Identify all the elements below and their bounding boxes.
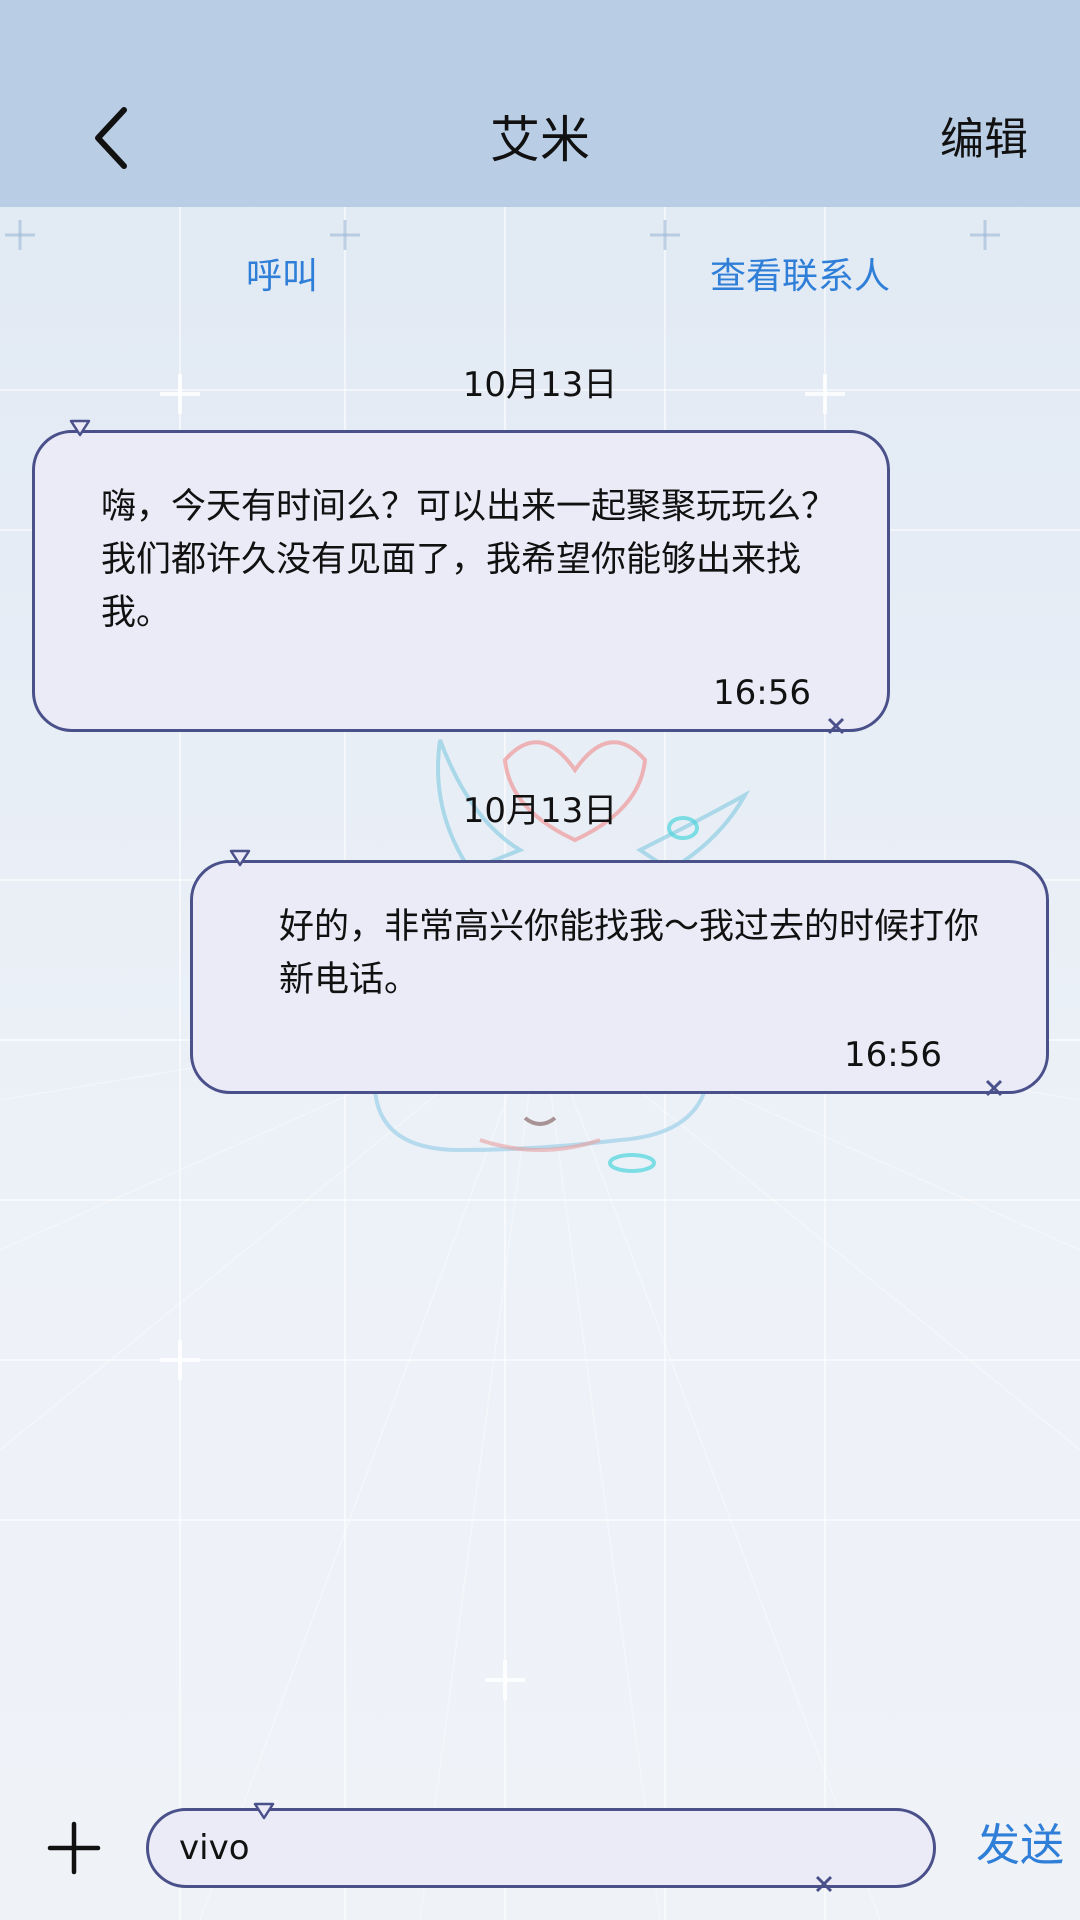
- message-time: 16:56: [844, 1035, 942, 1075]
- message-input[interactable]: [179, 1811, 899, 1885]
- triangle-icon: [69, 419, 91, 437]
- message-bubble-incoming[interactable]: 嗨，今天有时间么？可以出来一起聚聚玩玩么？我们都许久没有见面了，我希望你能够出来…: [32, 419, 890, 735]
- message-text: 嗨，今天有时间么？可以出来一起聚聚玩玩么？我们都许久没有见面了，我希望你能够出来…: [101, 487, 837, 633]
- page-title: 艾米: [490, 111, 590, 169]
- send-button[interactable]: 发送: [976, 1818, 1064, 1874]
- date-separator: 10月13日: [462, 791, 618, 831]
- x-mark-icon: [985, 1079, 1003, 1097]
- plus-icon[interactable]: [46, 1820, 102, 1876]
- triangle-icon: [229, 849, 251, 867]
- message-time: 16:56: [713, 673, 811, 713]
- message-input-container: [146, 1802, 936, 1893]
- x-mark-icon: [827, 717, 845, 735]
- message-text: 好的，非常高兴你能找我～我过去的时候打你新电话。: [279, 907, 980, 1000]
- x-mark-icon: [815, 1875, 833, 1893]
- call-button[interactable]: 呼叫: [246, 252, 318, 302]
- date-separator: 10月13日: [462, 365, 618, 405]
- view-contact-button[interactable]: 查看联系人: [710, 252, 890, 302]
- message-bubble-outgoing[interactable]: 好的，非常高兴你能找我～我过去的时候打你新电话。 16:56: [190, 849, 1049, 1097]
- app-header: 艾米 编辑: [0, 0, 1080, 207]
- edit-button[interactable]: 编辑: [940, 108, 1028, 172]
